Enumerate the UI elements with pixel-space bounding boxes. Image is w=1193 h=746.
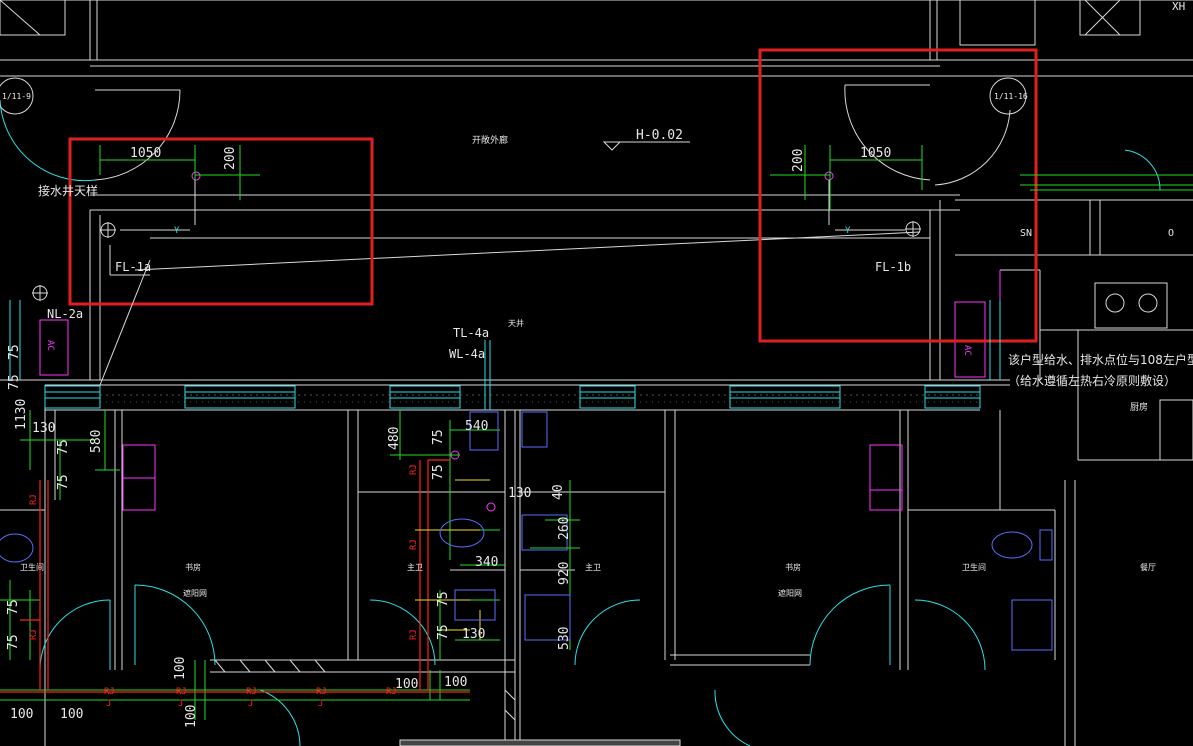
windows xyxy=(39,149,1161,746)
dim-75a: 75 xyxy=(7,344,22,360)
rj-label-3: RJ xyxy=(246,687,257,697)
wl-4a-label: WL-4a xyxy=(449,347,485,361)
rj-label-1: RJ xyxy=(104,687,115,697)
dim-100f: 100 xyxy=(184,705,199,728)
dim-1050-right: 1050 xyxy=(860,146,891,161)
rj-label-7: RJ xyxy=(409,539,419,550)
dim-75g: 75 xyxy=(436,591,451,607)
xh-label: XH xyxy=(1172,0,1185,13)
dim-75h: 75 xyxy=(436,624,451,640)
bathroom-left-label: 主卫 xyxy=(407,562,423,572)
axis-label-right: 1/11-16 xyxy=(994,92,1028,101)
dim-100b: 100 xyxy=(395,677,418,692)
blue-elements xyxy=(0,411,1053,651)
bath-far-left-label: 卫生间 xyxy=(20,562,44,572)
cyan-pipes xyxy=(9,300,1001,410)
tl-4a-label: TL-4a xyxy=(453,326,489,340)
dim-260: 260 xyxy=(557,517,572,540)
ac-right-label: AC xyxy=(962,345,972,356)
dim-1130: 1130 xyxy=(14,399,29,430)
dim-100a: 100 xyxy=(173,657,188,680)
dim-1050-left: 1050 xyxy=(130,146,161,161)
dim-130d: 130 xyxy=(462,627,485,642)
note-line-1: 该户型给水、排水点位与108左户型轴 xyxy=(1008,352,1193,367)
rj-label-4: RJ xyxy=(316,687,327,697)
j-label-2: J xyxy=(178,699,183,709)
dim-540: 540 xyxy=(465,419,488,434)
kitchen-label: 厨房 xyxy=(1130,401,1148,413)
drain-note: 接水井天样 xyxy=(38,183,98,198)
bathroom-right-label: 卫生间 xyxy=(962,562,986,572)
dim-100e: 100 xyxy=(60,707,83,722)
dim-75c: 75 xyxy=(56,439,71,455)
dim-75b: 75 xyxy=(7,374,22,390)
nl-2a-label: NL-2a xyxy=(47,307,83,321)
rj-label-2: RJ xyxy=(176,687,187,697)
bedroom-right-sub: 遮阳网 xyxy=(778,588,802,598)
bedroom-right-label: 书房 xyxy=(785,562,801,572)
red-pipes xyxy=(0,459,470,693)
dimension-texts: 75 75 1130 130 580 75 75 480 75 540 75 1… xyxy=(6,344,572,728)
rj-label-6: RJ xyxy=(409,464,419,475)
fl-1b-label: FL-1b xyxy=(875,260,911,274)
sn-label: SN xyxy=(1020,228,1032,239)
dim-40: 40 xyxy=(551,484,566,500)
corridor-label: 开敞外廊 xyxy=(472,134,508,146)
rooms-structure xyxy=(0,379,1076,746)
rj-label-5: RJ xyxy=(386,687,397,697)
note-line-2: （给水遵循左热右冷原则敷设） xyxy=(1008,373,1176,388)
dim-100c: 100 xyxy=(444,675,467,690)
dim-200-left: 200 xyxy=(223,147,238,170)
dim-530: 530 xyxy=(557,627,572,650)
j-label-1: J xyxy=(106,699,111,709)
dim-75f: 75 xyxy=(431,464,446,480)
elevation-label: H-0.02 xyxy=(636,128,683,143)
rj-label-8: RJ xyxy=(409,629,419,640)
dim-130c: 130 xyxy=(508,486,531,501)
dim-75e: 75 xyxy=(431,429,446,445)
tianjing-label: 天井 xyxy=(508,318,524,328)
bedroom-left-label: 书房 xyxy=(185,562,201,572)
dim-920: 920 xyxy=(557,562,572,585)
dim-340: 340 xyxy=(475,555,498,570)
dim-480: 480 xyxy=(387,427,402,450)
o-label: O xyxy=(1168,228,1174,239)
dim-75i: 75 xyxy=(6,599,21,615)
text-labels: 1/11-9 1/11-16 开敞外廊 H-0.02 1050 200 1050… xyxy=(0,77,1193,598)
dim-580: 580 xyxy=(89,430,104,453)
dining-label: 餐厅 xyxy=(1140,563,1156,572)
rj-label-9: RJ xyxy=(29,494,39,505)
j-label-4: J xyxy=(318,699,323,709)
highlight-box-fl-1a xyxy=(68,137,374,306)
y-label-right: Y xyxy=(845,226,851,236)
dim-100d: 100 xyxy=(10,707,33,722)
bathroom-mid-label: 主卫 xyxy=(585,562,601,572)
dim-130a: 130 xyxy=(32,421,55,436)
cad-drawing-canvas[interactable]: 1/11-9 1/11-16 开敞外廊 H-0.02 1050 200 1050… xyxy=(0,0,1193,746)
dim-75d: 75 xyxy=(56,474,71,490)
dim-75j: 75 xyxy=(6,634,21,650)
bedroom-left-sub: 遮阳网 xyxy=(183,588,207,598)
j-label-3: J xyxy=(248,699,253,709)
rj-label-10: RJ xyxy=(29,629,39,640)
y-label-left: Y xyxy=(174,226,180,236)
axis-label-left: 1/11-9 xyxy=(2,92,31,101)
ac-left-label: AC xyxy=(45,340,55,351)
fl-1a-label: FL-1a xyxy=(115,260,151,274)
dim-200-right: 200 xyxy=(791,149,806,172)
